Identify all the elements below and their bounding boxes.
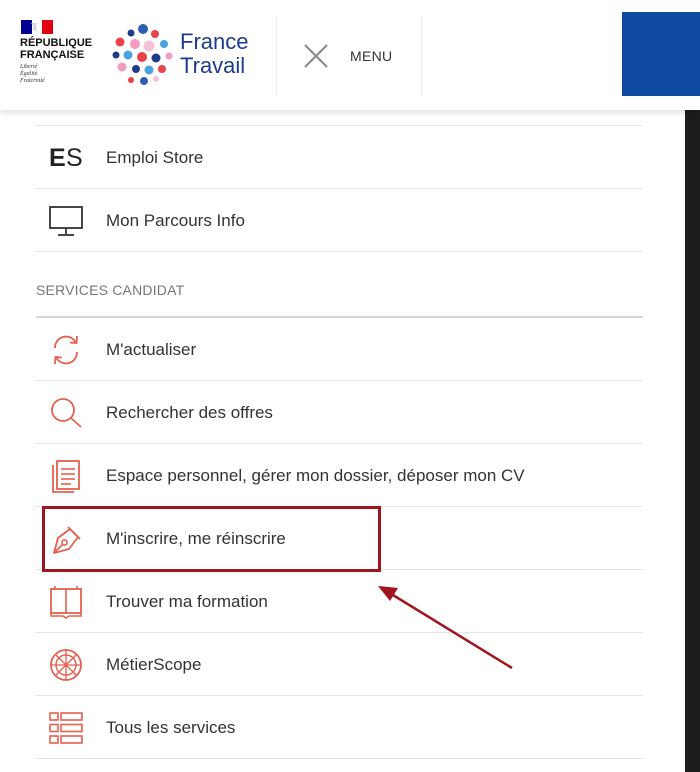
menu-item-label: Mon Parcours Info (106, 211, 245, 230)
republique-motto: Liberté Égalité Fraternité (20, 64, 45, 84)
site-header: RÉPUBLIQUE FRANÇAISE Liberté Égalité Fra… (0, 0, 700, 110)
document-icon (52, 460, 80, 493)
menu-item-metierscope[interactable]: MétierScope (36, 633, 643, 696)
menu-item-label: Emploi Store (106, 148, 204, 167)
compass-globe-icon (50, 649, 82, 681)
menu-item-label: Rechercher des offres (106, 403, 273, 422)
menu-item-trouver-ma-formation[interactable]: Trouver ma formation (36, 570, 643, 633)
menu-item-label: Trouver ma formation (106, 592, 268, 611)
menu-item-m-actualiser[interactable]: M'actualiser (36, 318, 643, 381)
menu-label: MENU (350, 48, 393, 64)
menu-item-label: MétierScope (106, 655, 202, 674)
france-travail-brand-name[interactable]: France Travail (180, 30, 248, 78)
es-logo-icon: E S (49, 144, 83, 172)
background-page-edge (685, 110, 700, 772)
close-icon (304, 44, 328, 68)
menu-item-label: M'inscrire, me réinscrire (106, 529, 286, 548)
menu-close-button[interactable]: MENU (292, 36, 412, 76)
refresh-icon (54, 335, 78, 365)
menu-item-mon-parcours-info[interactable]: Mon Parcours Info (36, 189, 643, 252)
menu-item-rechercher-des-offres[interactable]: Rechercher des offres (36, 381, 643, 444)
header-divider (421, 16, 422, 96)
republique-francaise-text: RÉPUBLIQUE FRANÇAISE (20, 37, 93, 61)
menu-item-emploi-store[interactable]: E S Emploi Store (36, 126, 643, 189)
monitor-icon (49, 206, 83, 236)
menu-item-label: Espace personnel, gérer mon dossier, dép… (106, 466, 525, 485)
pen-nib-icon (53, 526, 81, 554)
menu-item-m-inscrire[interactable]: M'inscrire, me réinscrire (36, 507, 643, 570)
menu-item-label: Tous les services (106, 718, 236, 737)
header-action-block[interactable] (622, 12, 700, 96)
book-icon (50, 586, 82, 619)
svg-text:S: S (66, 144, 83, 172)
search-icon (51, 398, 82, 428)
france-travail-dots-icon[interactable] (111, 20, 175, 86)
header-divider (276, 16, 277, 96)
menu-item-espace-personnel[interactable]: Espace personnel, gérer mon dossier, dép… (36, 444, 643, 507)
menu-item-tous-les-services[interactable]: Tous les services (36, 696, 643, 759)
french-flag-icon (21, 20, 53, 34)
svg-text:E: E (49, 144, 66, 172)
section-title-services-candidat: SERVICES CANDIDAT (36, 282, 185, 298)
list-icon (49, 712, 83, 744)
menu-item-label: M'actualiser (106, 340, 197, 359)
